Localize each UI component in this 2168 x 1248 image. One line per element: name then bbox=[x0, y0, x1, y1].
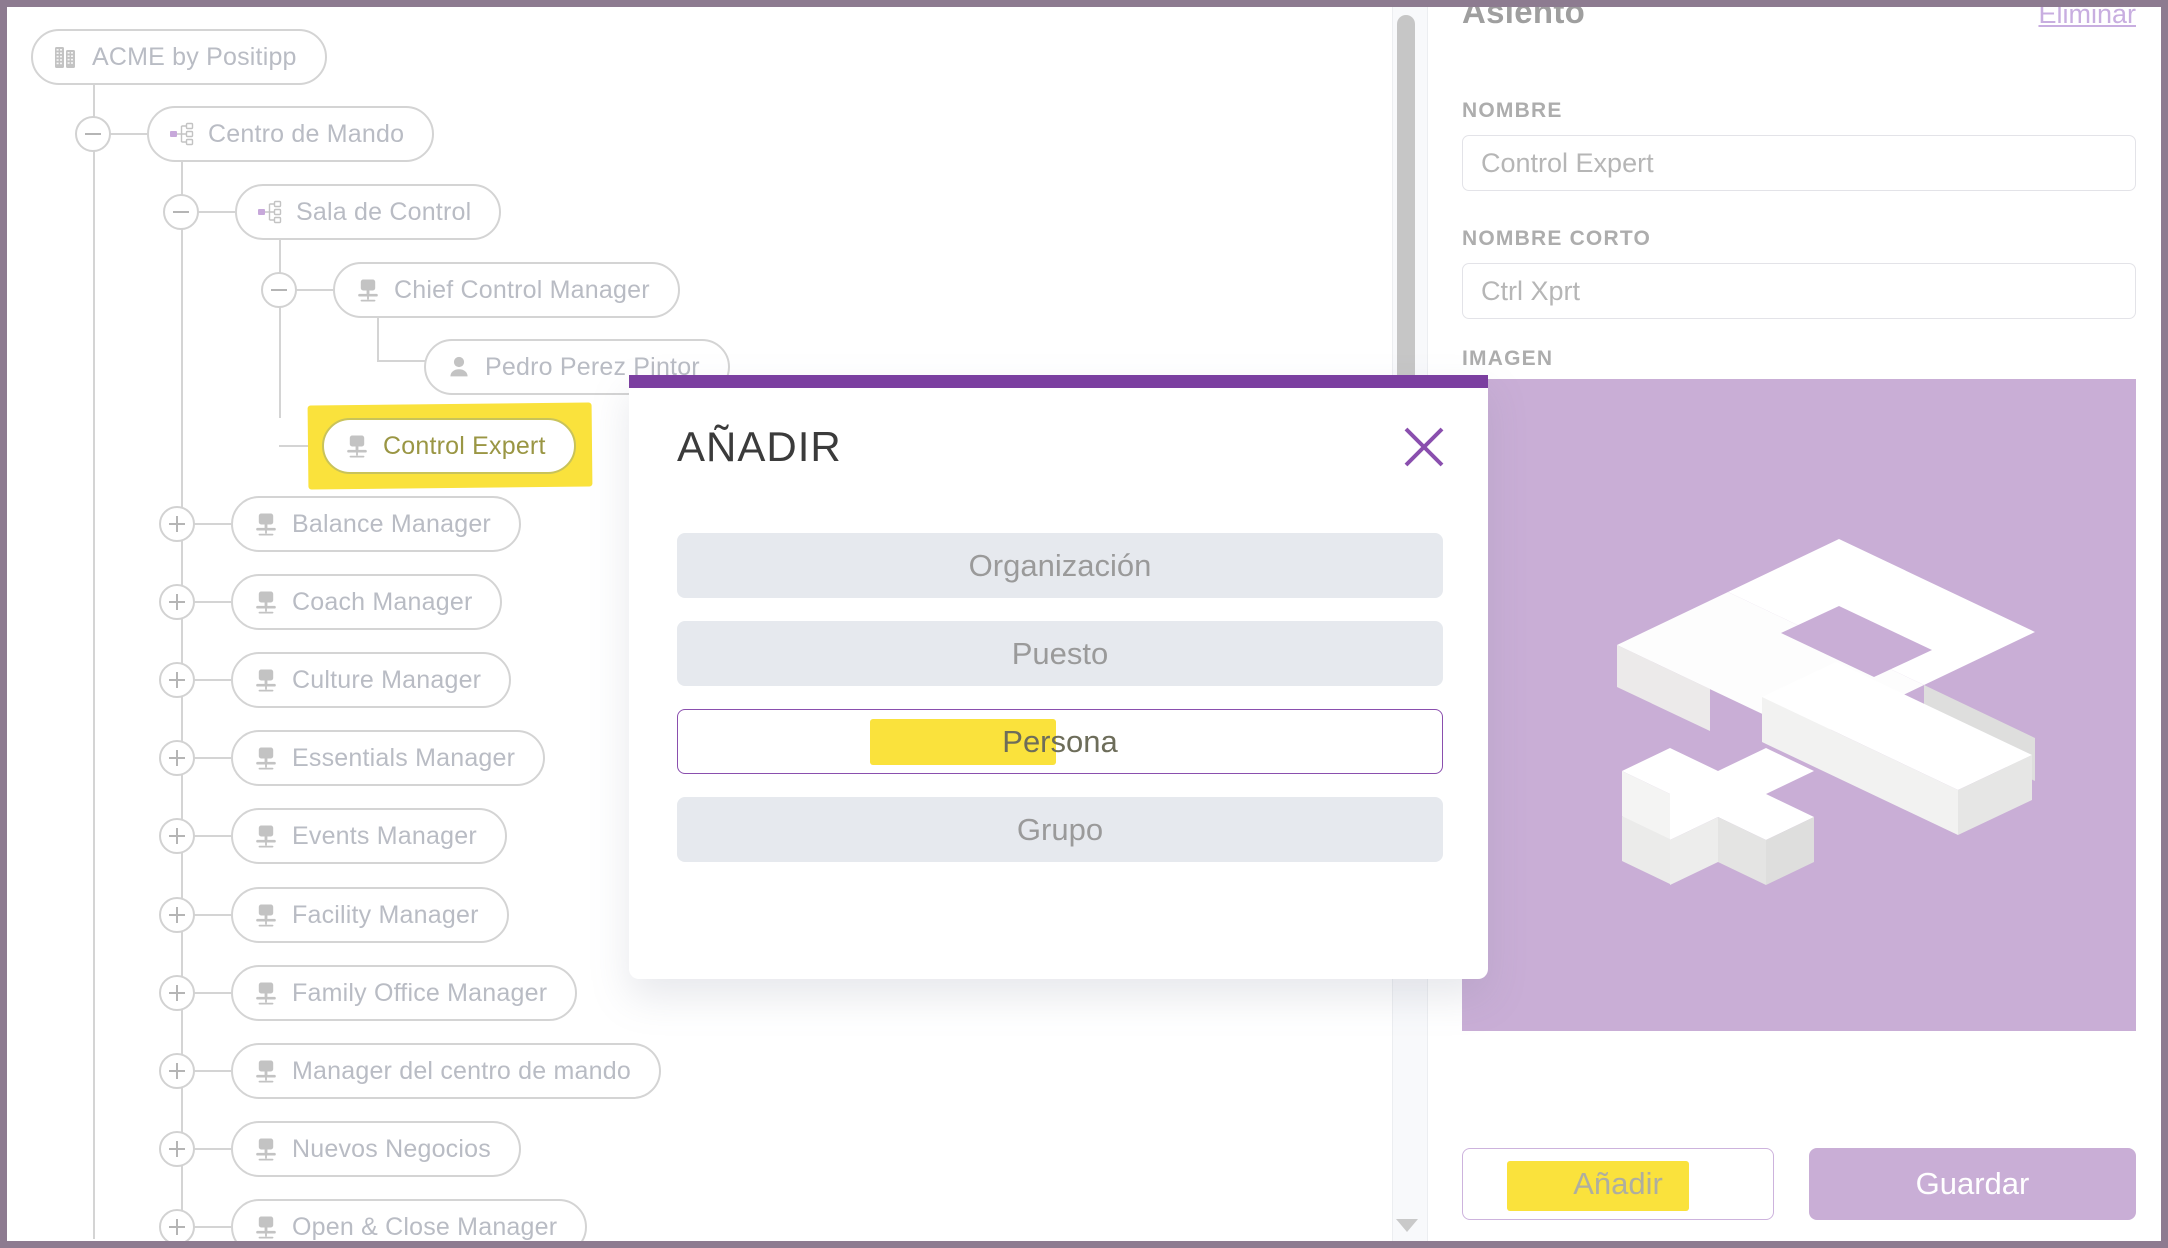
modal-title: AÑADIR bbox=[677, 423, 842, 470]
nombre-label: NOMBRE bbox=[1462, 99, 1563, 122]
tree-connector-line bbox=[93, 63, 95, 1239]
save-button[interactable]: Guardar bbox=[1809, 1148, 2136, 1220]
modal-option-label: Puesto bbox=[1011, 635, 1109, 671]
detail-footer: Añadir Guardar bbox=[1462, 1148, 2136, 1220]
tree-node[interactable]: Nuevos Negocios bbox=[231, 1121, 521, 1177]
org-chart-icon bbox=[170, 122, 194, 146]
tree-node[interactable]: Balance Manager bbox=[231, 496, 521, 552]
expand-node-toggle[interactable] bbox=[159, 897, 195, 933]
nombre-corto-input[interactable] bbox=[1462, 263, 2136, 319]
tree-node[interactable]: Manager del centro de mando bbox=[231, 1043, 661, 1099]
tree-node-label: Nuevos Negocios bbox=[292, 1134, 491, 1163]
tree-node-label: Manager del centro de mando bbox=[292, 1056, 631, 1085]
tree-connector-line bbox=[377, 360, 427, 362]
tree-node-label: Culture Manager bbox=[292, 665, 482, 694]
expand-node-toggle[interactable] bbox=[159, 506, 195, 542]
nombre-corto-label: NOMBRE CORTO bbox=[1462, 227, 1652, 250]
office-chair-icon bbox=[347, 435, 367, 458]
tree-node[interactable]: Chief Control Manager bbox=[333, 262, 680, 318]
expand-node-toggle[interactable] bbox=[159, 584, 195, 620]
add-button[interactable]: Añadir bbox=[1462, 1148, 1774, 1220]
tree-node[interactable]: Family Office Manager bbox=[231, 965, 578, 1021]
tree-node-label: Facility Manager bbox=[292, 900, 479, 929]
tree-node[interactable]: Facility Manager bbox=[231, 887, 509, 943]
expand-node-toggle[interactable] bbox=[159, 975, 195, 1011]
tree-node-label: Balance Manager bbox=[292, 509, 491, 538]
tree-connector-line bbox=[279, 218, 281, 418]
tree-node[interactable]: Essentials Manager bbox=[231, 730, 546, 786]
tree-node[interactable]: ACME by Positipp bbox=[31, 29, 327, 85]
office-chair-icon bbox=[256, 904, 276, 927]
modal-accent-bar bbox=[629, 375, 1488, 388]
expand-node-toggle[interactable] bbox=[159, 1053, 195, 1089]
tree-node-label: Coach Manager bbox=[292, 587, 473, 616]
office-chair-icon bbox=[256, 669, 276, 692]
expand-node-toggle[interactable] bbox=[159, 1131, 195, 1167]
modal-option-grupo[interactable]: Grupo bbox=[677, 797, 1443, 862]
tree-node-label: Chief Control Manager bbox=[394, 275, 650, 304]
expand-node-toggle[interactable] bbox=[159, 740, 195, 776]
chevron-down-icon[interactable] bbox=[1396, 1219, 1418, 1232]
tree-node[interactable]: Open & Close Manager bbox=[231, 1199, 588, 1241]
modal-option-label: Persona bbox=[1002, 723, 1118, 759]
tree-node-label: Centro de Mando bbox=[208, 119, 405, 148]
tree-node[interactable]: Centro de Mando bbox=[147, 106, 435, 162]
expand-node-toggle[interactable] bbox=[159, 1209, 195, 1241]
collapse-node-toggle[interactable] bbox=[261, 272, 297, 308]
office-chair-icon bbox=[256, 747, 276, 770]
tree-node-label: Sala de Control bbox=[296, 197, 472, 226]
modal-option-label: Grupo bbox=[1016, 811, 1104, 847]
modal-option-persona[interactable]: Persona bbox=[677, 709, 1443, 774]
tree-node-label: Control Expert bbox=[383, 431, 546, 460]
close-icon[interactable] bbox=[1402, 425, 1446, 469]
tree-node[interactable]: Events Manager bbox=[231, 808, 507, 864]
modal-option-organizacion[interactable]: Organización bbox=[677, 533, 1443, 598]
detail-header: Asiento Eliminar bbox=[1462, 0, 2136, 31]
save-button-label: Guardar bbox=[1915, 1166, 2030, 1201]
office-chair-icon bbox=[256, 982, 276, 1005]
delete-link[interactable]: Eliminar bbox=[2038, 7, 2136, 30]
collapse-node-toggle[interactable] bbox=[163, 194, 199, 230]
person-icon bbox=[450, 356, 468, 377]
collapse-node-toggle[interactable] bbox=[75, 116, 111, 152]
office-chair-icon bbox=[256, 591, 276, 614]
tree-node-label: Events Manager bbox=[292, 821, 477, 850]
tree-node[interactable]: Sala de Control bbox=[235, 184, 502, 240]
office-chair-icon bbox=[256, 513, 276, 536]
building-icon bbox=[55, 47, 75, 68]
add-button-label: Añadir bbox=[1573, 1166, 1663, 1201]
tree-node[interactable]: Control Expert bbox=[322, 418, 576, 474]
office-chair-icon bbox=[256, 1216, 276, 1239]
page-title: Asiento bbox=[1462, 0, 1586, 30]
expand-node-toggle[interactable] bbox=[159, 818, 195, 854]
tree-node[interactable]: Coach Manager bbox=[231, 574, 503, 630]
modal-option-label: Organización bbox=[968, 547, 1152, 583]
anadir-modal: AÑADIR Organización Puesto Persona Grupo bbox=[629, 375, 1488, 979]
tree-node[interactable]: Culture Manager bbox=[231, 652, 512, 708]
expand-node-toggle[interactable] bbox=[159, 662, 195, 698]
org-chart-icon bbox=[258, 200, 282, 224]
detail-panel: Asiento Eliminar NOMBRE NOMBRE CORTO IMA… bbox=[1430, 7, 2161, 1241]
office-chair-icon bbox=[256, 1060, 276, 1083]
office-chair-icon bbox=[256, 1138, 276, 1161]
office-chair-icon bbox=[358, 279, 378, 302]
tree-node-label: Family Office Manager bbox=[292, 978, 548, 1007]
office-chair-icon bbox=[256, 825, 276, 848]
imagen-label: IMAGEN bbox=[1462, 347, 1554, 370]
tree-node-label: Open & Close Manager bbox=[292, 1212, 558, 1241]
seat-image-preview[interactable] bbox=[1462, 379, 2136, 1031]
positipp-isometric-logo-icon bbox=[1617, 539, 2035, 885]
tree-node-label: Essentials Manager bbox=[292, 743, 516, 772]
nombre-input[interactable] bbox=[1462, 135, 2136, 191]
modal-option-puesto[interactable]: Puesto bbox=[677, 621, 1443, 686]
app-window: ACME by Positipp Centro de Mando Sala de… bbox=[0, 0, 2168, 1248]
tree-node-label: ACME by Positipp bbox=[92, 42, 297, 71]
